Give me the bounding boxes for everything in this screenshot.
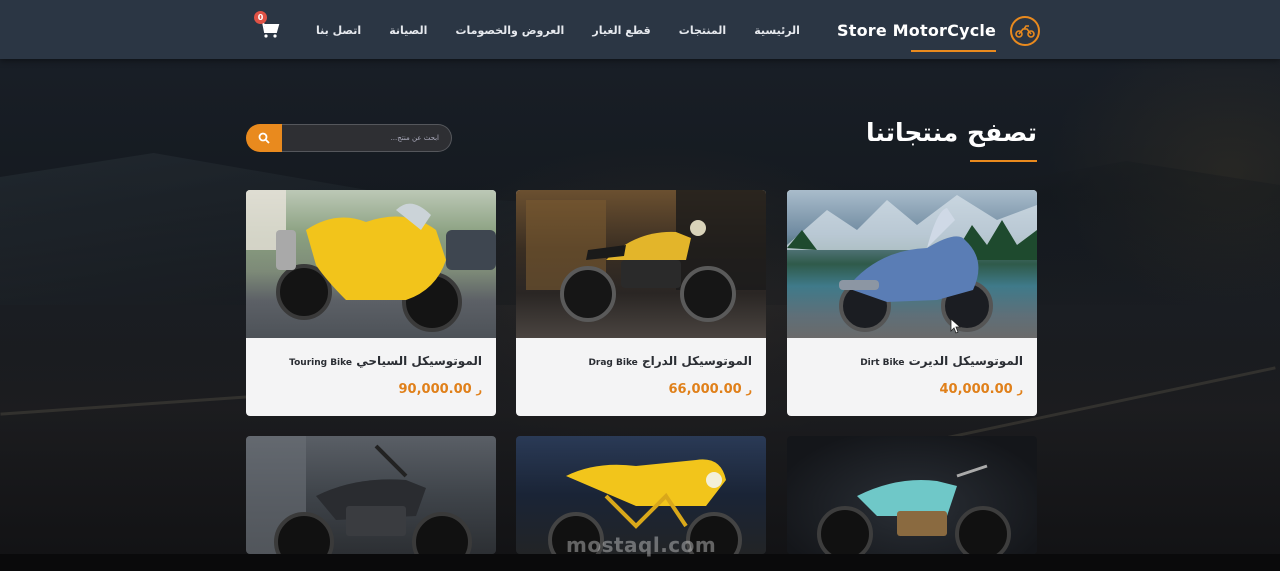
product-card[interactable] — [246, 436, 496, 554]
product-name-en: Dirt Bike — [860, 358, 905, 368]
nav-menu: الرئيسية المنتجات قطع الغيار العروض والخ… — [316, 20, 800, 40]
product-info: الموتوسيكل السياحي Touring Bike ر 90,000… — [246, 338, 496, 416]
nav-item-products[interactable]: المنتجات — [679, 24, 726, 37]
product-image[interactable] — [246, 436, 496, 554]
nav-item-home[interactable]: الرئيسية — [754, 24, 800, 37]
nav-item-offers[interactable]: العروض والخصومات — [455, 24, 564, 37]
product-info: الموتوسيكل الدراج Drag Bike ر 66,000.00 — [516, 338, 766, 416]
product-price: ر 40,000.00 — [940, 382, 1024, 397]
riyal-icon: ر — [1017, 385, 1023, 396]
section-title: تصفح منتجاتنا — [865, 118, 1037, 147]
mouse-pointer-icon — [950, 318, 962, 334]
product-name-ar: الموتوسيكل السياحي — [356, 354, 482, 368]
brand-name[interactable]: Store MotorCycle — [837, 21, 997, 52]
watermark: mostaql.com — [566, 533, 717, 557]
product-price: ر 66,000.00 — [669, 382, 753, 397]
product-card[interactable]: الموتوسيكل السياحي Touring Bike ر 90,000… — [246, 190, 496, 416]
nav-item-maintenance[interactable]: الصيانة — [389, 24, 427, 37]
search-icon — [258, 132, 270, 144]
cart-count-badge: 0 — [254, 11, 267, 24]
brand[interactable]: Store MotorCycle — [837, 14, 1041, 52]
product-card[interactable]: الموتوسيكل الدراج Drag Bike ر 66,000.00 — [516, 190, 766, 416]
product-name-ar: الموتوسيكل الديرت — [908, 354, 1023, 368]
riyal-icon: ر — [476, 385, 482, 396]
motorcycle-icon — [1010, 16, 1041, 46]
price-value: 90,000.00 — [398, 382, 472, 397]
search-input[interactable] — [282, 124, 452, 152]
product-image[interactable] — [516, 190, 766, 338]
cart-button[interactable]: 0 — [254, 11, 280, 38]
product-name-en: Touring Bike — [289, 358, 352, 368]
search-button[interactable] — [246, 124, 282, 152]
product-price: ر 90,000.00 — [399, 382, 483, 397]
product-name[interactable]: الموتوسيكل الدراج Drag Bike — [588, 354, 752, 368]
price-value: 66,000.00 — [668, 382, 742, 397]
nav-item-contact[interactable]: اتصل بنا — [316, 24, 361, 37]
product-name[interactable]: الموتوسيكل الديرت Dirt Bike — [860, 354, 1023, 368]
title-underline — [970, 160, 1037, 162]
product-image[interactable] — [246, 190, 496, 338]
product-info: الموتوسيكل الديرت Dirt Bike ر 40,000.00 — [787, 338, 1037, 416]
product-image[interactable] — [787, 436, 1037, 554]
price-value: 40,000.00 — [939, 382, 1013, 397]
product-search — [246, 124, 452, 152]
product-image[interactable] — [787, 190, 1037, 338]
product-name-en: Drag Bike — [588, 358, 638, 368]
nav-item-spare-parts[interactable]: قطع الغيار — [592, 24, 650, 37]
top-navbar: Store MotorCycle الرئيسية المنتجات قطع ا… — [0, 0, 1280, 59]
product-name[interactable]: الموتوسيكل السياحي Touring Bike — [289, 354, 482, 368]
riyal-icon: ر — [746, 385, 752, 396]
product-name-ar: الموتوسيكل الدراج — [641, 354, 752, 368]
product-card[interactable] — [787, 436, 1037, 554]
product-card[interactable]: الموتوسيكل الديرت Dirt Bike ر 40,000.00 — [787, 190, 1037, 416]
